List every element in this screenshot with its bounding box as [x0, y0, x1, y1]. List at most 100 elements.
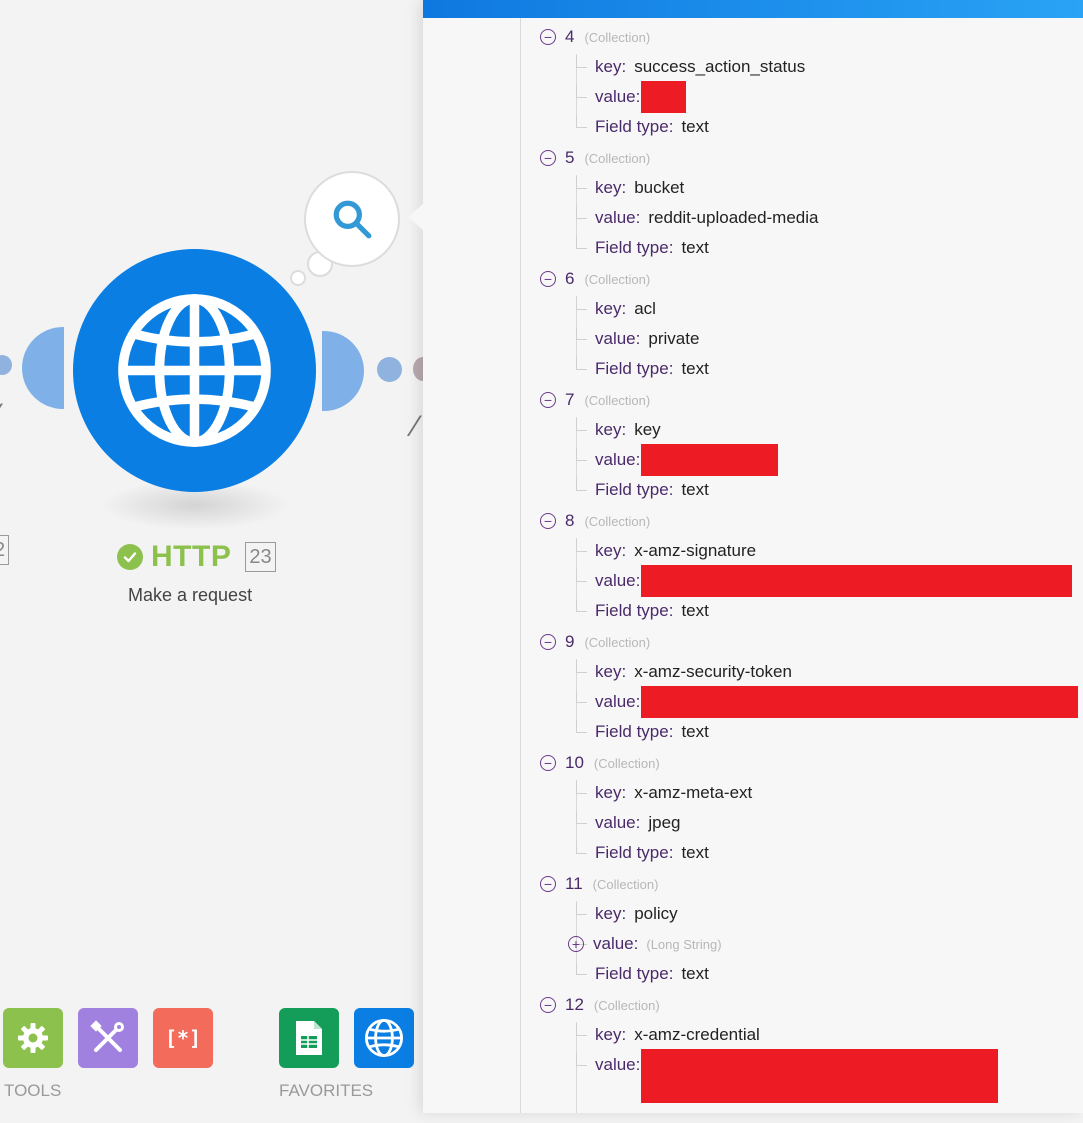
- field-type-label: Field type:: [595, 480, 674, 499]
- tree-elbow: [576, 478, 587, 491]
- tree-elbow: [576, 206, 587, 219]
- key-value: x-amz-credential: [634, 1025, 760, 1044]
- text-parser-icon: [*]: [164, 1026, 202, 1050]
- field-type-label: Field type:: [595, 117, 674, 136]
- collapse-toggle-icon[interactable]: −: [540, 513, 556, 529]
- value-text: jpeg: [648, 813, 681, 832]
- collection-row[interactable]: −9 (Collection): [540, 627, 650, 657]
- output-inspector-panel[interactable]: −4 (Collection) key: success_action_statusv…: [423, 0, 1083, 1113]
- value-label: value:: [593, 934, 639, 953]
- http-globe-icon: [365, 1019, 403, 1057]
- tree-elbow: [576, 781, 587, 794]
- toolbar-tools-button[interactable]: [78, 1008, 138, 1068]
- key-label: key:: [595, 541, 627, 560]
- redacted-value: [641, 81, 687, 113]
- inspector-bubble[interactable]: [304, 171, 400, 267]
- gear-icon: [18, 1023, 48, 1053]
- value-text: reddit-uploaded-media: [648, 208, 819, 227]
- collapse-toggle-icon[interactable]: −: [540, 392, 556, 408]
- right-connection-dot-2: [413, 357, 423, 381]
- tree-elbow: [576, 418, 587, 431]
- value-row: value:: [595, 686, 1079, 718]
- collection-row[interactable]: −6 (Collection): [540, 264, 650, 294]
- value-row: value:: [595, 81, 687, 113]
- collapse-toggle-icon[interactable]: −: [540, 876, 556, 892]
- value-label: value:: [595, 813, 641, 832]
- value-row: value: jpeg: [595, 808, 681, 838]
- key-value: acl: [634, 299, 656, 318]
- key-row: key: success_action_status: [595, 52, 805, 82]
- key-label: key:: [595, 57, 627, 76]
- tree-elbow: [576, 811, 587, 824]
- toolbar-text-parser-button[interactable]: [*]: [153, 1008, 213, 1068]
- left-connector-half[interactable]: [22, 327, 64, 409]
- collapse-toggle-icon[interactable]: −: [540, 271, 556, 287]
- toolbar-http-button[interactable]: [354, 1008, 414, 1068]
- key-value: x-amz-meta-ext: [634, 783, 753, 802]
- value-label: value:: [595, 329, 641, 348]
- tree-elbow: [576, 720, 587, 733]
- right-connector-half[interactable]: [322, 331, 364, 411]
- collection-type-tag: (Collection): [584, 392, 651, 408]
- collapse-toggle-icon[interactable]: −: [540, 29, 556, 45]
- key-label: key:: [595, 420, 627, 439]
- key-row: key: bucket: [595, 173, 684, 203]
- collection-index: 8: [565, 511, 575, 530]
- right-route-icon: ⁄: [413, 410, 419, 443]
- scenario-canvas[interactable]: ⁄ 2 ⁄ HTTP 23: [0, 0, 423, 1123]
- toolbar-google-sheets-button[interactable]: [279, 1008, 339, 1068]
- collapse-toggle-icon[interactable]: −: [540, 997, 556, 1013]
- key-label: key:: [595, 904, 627, 923]
- collection-type-tag: (Collection): [584, 150, 651, 166]
- expand-toggle-icon[interactable]: +: [568, 936, 584, 952]
- collection-row[interactable]: −12 (Collection): [540, 990, 660, 1020]
- field-type-label: Field type:: [595, 601, 674, 620]
- key-value: bucket: [634, 178, 685, 197]
- value-text: private: [648, 329, 700, 348]
- collection-index: 5: [565, 148, 575, 167]
- tree-elbow: [576, 902, 587, 915]
- collection-row[interactable]: −5 (Collection): [540, 143, 650, 173]
- collection-row[interactable]: −7 (Collection): [540, 385, 650, 415]
- tree-elbow: [576, 569, 587, 582]
- bubble-pointer: [408, 203, 424, 231]
- tree-elbow: [576, 841, 587, 854]
- collection-row[interactable]: −11 (Collection): [540, 869, 658, 899]
- value-row: + value: (Long String): [568, 929, 722, 959]
- module-title: HTTP 23: [117, 540, 276, 574]
- field-type-label: Field type:: [595, 843, 674, 862]
- collection-type-tag: (Collection): [584, 29, 651, 45]
- key-row: key: x-amz-meta-ext: [595, 778, 752, 808]
- value-label: value:: [595, 450, 641, 469]
- collection-type-tag: (Collection): [593, 755, 660, 771]
- collapse-toggle-icon[interactable]: −: [540, 755, 556, 771]
- tree-elbow: [576, 327, 587, 340]
- field-type-value: text: [681, 722, 709, 741]
- http-module[interactable]: [73, 249, 316, 492]
- key-value: x-amz-signature: [634, 541, 757, 560]
- field-type-value: text: [681, 601, 709, 620]
- redacted-value: [641, 565, 1073, 597]
- value-label: value:: [595, 87, 641, 106]
- key-value: key: [634, 420, 661, 439]
- collection-row[interactable]: −8 (Collection): [540, 506, 650, 536]
- collection-row[interactable]: −10 (Collection): [540, 748, 660, 778]
- toolbar-gear-button[interactable]: [3, 1008, 63, 1068]
- field-type-value: text: [681, 480, 709, 499]
- value-row: value:: [595, 1049, 999, 1103]
- search-icon: [333, 200, 372, 239]
- redacted-value: [641, 444, 779, 476]
- key-label: key:: [595, 178, 627, 197]
- value-row: value: private: [595, 324, 699, 354]
- left-connection-dot: [0, 355, 12, 375]
- collapse-toggle-icon[interactable]: −: [540, 150, 556, 166]
- collapse-toggle-icon[interactable]: −: [540, 634, 556, 650]
- field-type-row: Field type: text: [595, 959, 709, 989]
- key-row: key: key: [595, 415, 661, 445]
- right-connection-dot: [377, 357, 402, 382]
- field-type-row: Field type: text: [595, 475, 709, 505]
- collection-type-tag: (Collection): [592, 876, 659, 892]
- collection-type-tag: (Collection): [593, 997, 660, 1013]
- module-name: HTTP: [151, 540, 232, 573]
- collection-row[interactable]: −4 (Collection): [540, 22, 650, 52]
